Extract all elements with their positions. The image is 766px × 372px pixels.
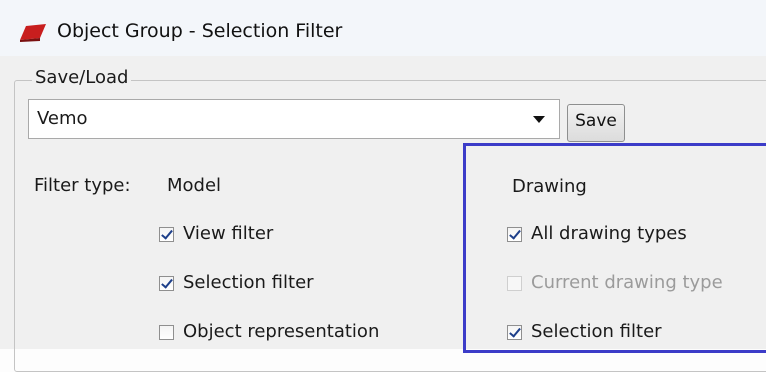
save-button[interactable]: Save [567,104,625,142]
save-load-legend: Save/Load [32,67,132,88]
save-load-combobox[interactable]: Vemo [28,99,560,139]
checkbox-label: Selection filter [183,272,314,293]
checkbox-label: All drawing types [531,223,687,244]
app-icon [20,24,46,42]
checkbox-label: Current drawing type [531,272,723,293]
checkbox-label: Object representation [183,321,380,342]
checkbox-box[interactable] [159,227,174,242]
combobox-value: Vemo [37,108,88,129]
chevron-down-icon[interactable] [533,116,545,123]
checkbox-box [507,276,522,291]
checkbox-box[interactable] [159,325,174,340]
checkbox-box[interactable] [507,227,522,242]
checkbox-box[interactable] [159,276,174,291]
checkbox-box[interactable] [507,325,522,340]
model-heading: Model [167,175,222,196]
title-bar: Object Group - Selection Filter [0,0,766,56]
filter-type-label: Filter type: [34,175,131,196]
checkbox-label: View filter [183,223,274,244]
checkbox-label: Selection filter [531,321,662,342]
drawing-heading: Drawing [512,176,587,197]
window-title: Object Group - Selection Filter [57,20,343,42]
